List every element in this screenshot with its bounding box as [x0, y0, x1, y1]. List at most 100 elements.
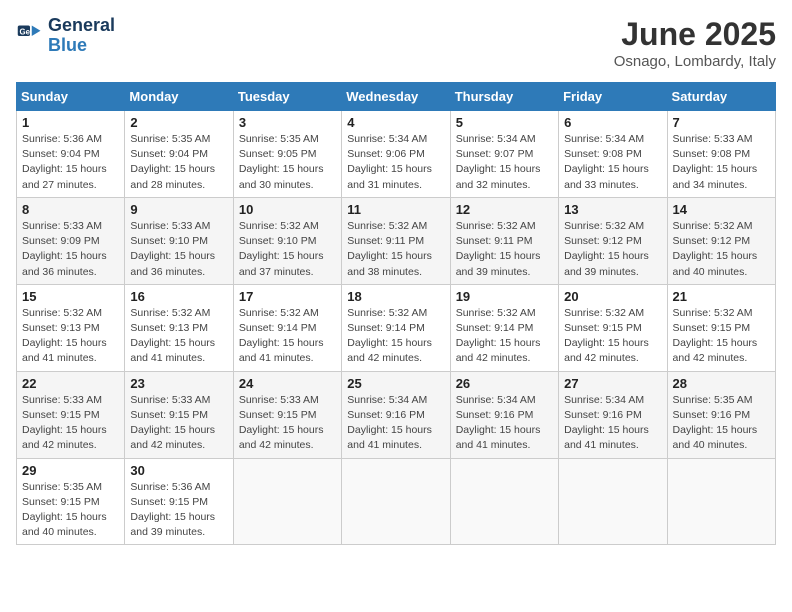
day-detail: Sunrise: 5:32 AM Sunset: 9:10 PM Dayligh…: [239, 219, 336, 280]
day-detail: Sunrise: 5:34 AM Sunset: 9:06 PM Dayligh…: [347, 132, 444, 193]
table-row: 17 Sunrise: 5:32 AM Sunset: 9:14 PM Dayl…: [233, 284, 341, 371]
day-detail: Sunrise: 5:34 AM Sunset: 9:16 PM Dayligh…: [456, 393, 553, 454]
table-row: 15 Sunrise: 5:32 AM Sunset: 9:13 PM Dayl…: [17, 284, 125, 371]
table-row: 19 Sunrise: 5:32 AM Sunset: 9:14 PM Dayl…: [450, 284, 558, 371]
day-number: 20: [564, 289, 661, 304]
day-detail: Sunrise: 5:33 AM Sunset: 9:15 PM Dayligh…: [130, 393, 227, 454]
calendar-week-row: 15 Sunrise: 5:32 AM Sunset: 9:13 PM Dayl…: [17, 284, 776, 371]
day-number: 8: [22, 202, 119, 217]
day-detail: Sunrise: 5:35 AM Sunset: 9:16 PM Dayligh…: [673, 393, 770, 454]
col-tuesday: Tuesday: [233, 83, 341, 111]
table-row: 4 Sunrise: 5:34 AM Sunset: 9:06 PM Dayli…: [342, 111, 450, 198]
table-row: 24 Sunrise: 5:33 AM Sunset: 9:15 PM Dayl…: [233, 371, 341, 458]
day-number: 10: [239, 202, 336, 217]
logo-blue: Blue: [48, 35, 87, 55]
col-wednesday: Wednesday: [342, 83, 450, 111]
day-detail: Sunrise: 5:33 AM Sunset: 9:08 PM Dayligh…: [673, 132, 770, 193]
table-row: 28 Sunrise: 5:35 AM Sunset: 9:16 PM Dayl…: [667, 371, 775, 458]
table-row: 26 Sunrise: 5:34 AM Sunset: 9:16 PM Dayl…: [450, 371, 558, 458]
table-row: 6 Sunrise: 5:34 AM Sunset: 9:08 PM Dayli…: [559, 111, 667, 198]
day-detail: Sunrise: 5:32 AM Sunset: 9:11 PM Dayligh…: [347, 219, 444, 280]
day-detail: Sunrise: 5:35 AM Sunset: 9:05 PM Dayligh…: [239, 132, 336, 193]
table-row: 29 Sunrise: 5:35 AM Sunset: 9:15 PM Dayl…: [17, 458, 125, 545]
table-row: [342, 458, 450, 545]
day-detail: Sunrise: 5:34 AM Sunset: 9:16 PM Dayligh…: [347, 393, 444, 454]
table-row: 2 Sunrise: 5:35 AM Sunset: 9:04 PM Dayli…: [125, 111, 233, 198]
day-number: 12: [456, 202, 553, 217]
table-row: 3 Sunrise: 5:35 AM Sunset: 9:05 PM Dayli…: [233, 111, 341, 198]
table-row: 27 Sunrise: 5:34 AM Sunset: 9:16 PM Dayl…: [559, 371, 667, 458]
calendar-table: Sunday Monday Tuesday Wednesday Thursday…: [16, 82, 776, 545]
day-number: 29: [22, 463, 119, 478]
col-sunday: Sunday: [17, 83, 125, 111]
col-friday: Friday: [559, 83, 667, 111]
day-number: 6: [564, 115, 661, 130]
day-detail: Sunrise: 5:35 AM Sunset: 9:15 PM Dayligh…: [22, 480, 119, 541]
day-detail: Sunrise: 5:36 AM Sunset: 9:15 PM Dayligh…: [130, 480, 227, 541]
day-detail: Sunrise: 5:32 AM Sunset: 9:14 PM Dayligh…: [347, 306, 444, 367]
day-number: 18: [347, 289, 444, 304]
logo: Gen General Blue: [16, 16, 115, 56]
day-number: 3: [239, 115, 336, 130]
table-row: [667, 458, 775, 545]
table-row: [233, 458, 341, 545]
day-number: 24: [239, 376, 336, 391]
table-row: 14 Sunrise: 5:32 AM Sunset: 9:12 PM Dayl…: [667, 197, 775, 284]
month-title: June 2025: [614, 16, 776, 53]
day-number: 19: [456, 289, 553, 304]
day-number: 30: [130, 463, 227, 478]
day-number: 7: [673, 115, 770, 130]
day-detail: Sunrise: 5:34 AM Sunset: 9:16 PM Dayligh…: [564, 393, 661, 454]
table-row: 10 Sunrise: 5:32 AM Sunset: 9:10 PM Dayl…: [233, 197, 341, 284]
day-detail: Sunrise: 5:33 AM Sunset: 9:15 PM Dayligh…: [22, 393, 119, 454]
day-number: 15: [22, 289, 119, 304]
day-number: 14: [673, 202, 770, 217]
title-area: June 2025 Osnago, Lombardy, Italy: [614, 16, 776, 70]
day-number: 23: [130, 376, 227, 391]
table-row: 23 Sunrise: 5:33 AM Sunset: 9:15 PM Dayl…: [125, 371, 233, 458]
day-number: 2: [130, 115, 227, 130]
day-detail: Sunrise: 5:34 AM Sunset: 9:08 PM Dayligh…: [564, 132, 661, 193]
col-saturday: Saturday: [667, 83, 775, 111]
calendar-week-row: 8 Sunrise: 5:33 AM Sunset: 9:09 PM Dayli…: [17, 197, 776, 284]
day-detail: Sunrise: 5:33 AM Sunset: 9:15 PM Dayligh…: [239, 393, 336, 454]
day-number: 28: [673, 376, 770, 391]
table-row: 7 Sunrise: 5:33 AM Sunset: 9:08 PM Dayli…: [667, 111, 775, 198]
calendar-week-row: 22 Sunrise: 5:33 AM Sunset: 9:15 PM Dayl…: [17, 371, 776, 458]
table-row: 25 Sunrise: 5:34 AM Sunset: 9:16 PM Dayl…: [342, 371, 450, 458]
table-row: 11 Sunrise: 5:32 AM Sunset: 9:11 PM Dayl…: [342, 197, 450, 284]
calendar-header-row: Sunday Monday Tuesday Wednesday Thursday…: [17, 83, 776, 111]
day-detail: Sunrise: 5:33 AM Sunset: 9:09 PM Dayligh…: [22, 219, 119, 280]
table-row: 20 Sunrise: 5:32 AM Sunset: 9:15 PM Dayl…: [559, 284, 667, 371]
col-thursday: Thursday: [450, 83, 558, 111]
table-row: [450, 458, 558, 545]
table-row: 5 Sunrise: 5:34 AM Sunset: 9:07 PM Dayli…: [450, 111, 558, 198]
page-header: Gen General Blue June 2025 Osnago, Lomba…: [16, 16, 776, 70]
day-number: 25: [347, 376, 444, 391]
day-number: 4: [347, 115, 444, 130]
table-row: 9 Sunrise: 5:33 AM Sunset: 9:10 PM Dayli…: [125, 197, 233, 284]
day-detail: Sunrise: 5:35 AM Sunset: 9:04 PM Dayligh…: [130, 132, 227, 193]
day-detail: Sunrise: 5:32 AM Sunset: 9:15 PM Dayligh…: [673, 306, 770, 367]
day-number: 9: [130, 202, 227, 217]
day-detail: Sunrise: 5:32 AM Sunset: 9:11 PM Dayligh…: [456, 219, 553, 280]
logo-general: General: [48, 15, 115, 35]
day-detail: Sunrise: 5:32 AM Sunset: 9:12 PM Dayligh…: [564, 219, 661, 280]
table-row: 30 Sunrise: 5:36 AM Sunset: 9:15 PM Dayl…: [125, 458, 233, 545]
day-number: 27: [564, 376, 661, 391]
day-number: 26: [456, 376, 553, 391]
table-row: 13 Sunrise: 5:32 AM Sunset: 9:12 PM Dayl…: [559, 197, 667, 284]
day-detail: Sunrise: 5:32 AM Sunset: 9:14 PM Dayligh…: [456, 306, 553, 367]
day-detail: Sunrise: 5:32 AM Sunset: 9:14 PM Dayligh…: [239, 306, 336, 367]
table-row: 22 Sunrise: 5:33 AM Sunset: 9:15 PM Dayl…: [17, 371, 125, 458]
calendar-week-row: 1 Sunrise: 5:36 AM Sunset: 9:04 PM Dayli…: [17, 111, 776, 198]
day-number: 16: [130, 289, 227, 304]
day-number: 1: [22, 115, 119, 130]
table-row: 18 Sunrise: 5:32 AM Sunset: 9:14 PM Dayl…: [342, 284, 450, 371]
day-detail: Sunrise: 5:36 AM Sunset: 9:04 PM Dayligh…: [22, 132, 119, 193]
day-number: 22: [22, 376, 119, 391]
day-detail: Sunrise: 5:33 AM Sunset: 9:10 PM Dayligh…: [130, 219, 227, 280]
day-detail: Sunrise: 5:32 AM Sunset: 9:12 PM Dayligh…: [673, 219, 770, 280]
table-row: 8 Sunrise: 5:33 AM Sunset: 9:09 PM Dayli…: [17, 197, 125, 284]
day-number: 11: [347, 202, 444, 217]
